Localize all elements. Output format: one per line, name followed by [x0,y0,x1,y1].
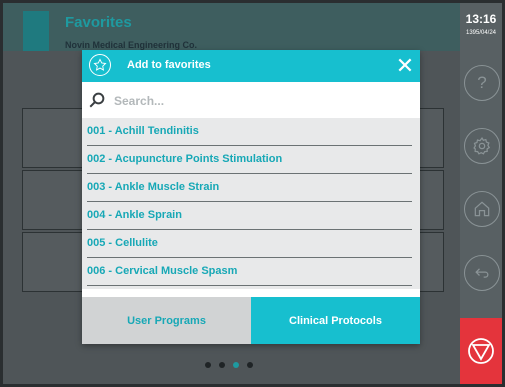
clock-date: 1395/04/24 [465,30,497,36]
emergency-stop-button[interactable] [460,318,502,384]
list-item-label: 005 - Cellulite [87,237,158,249]
help-button[interactable]: ? [464,65,500,101]
home-icon [474,201,490,217]
star-icon [89,54,111,76]
header-accent-bar [23,11,49,51]
list-item[interactable]: 002 - Acupuncture Points Stimulation [82,146,420,174]
search-icon [89,92,105,108]
company-name: Novin Medical Engineering Co. [65,40,198,50]
page-indicator [205,362,253,368]
list-item-label: 002 - Acupuncture Points Stimulation [87,153,283,165]
close-icon: ✕ [395,53,415,78]
app-header: Favorites Novin Medical Engineering Co. [3,3,460,51]
list-item[interactable]: 001 - Achill Tendinitis [82,118,420,146]
list-item[interactable]: 006 - Cervical Muscle Spasm [82,258,420,286]
dialog-title: Add to favorites [127,59,211,71]
list-item-label: 003 - Ankle Muscle Strain [87,181,220,193]
clock-time: 13:16 [465,12,497,26]
add-to-favorites-dialog: Add to favorites ✕ 001 - Achill Tendinit… [82,50,420,344]
close-button[interactable]: ✕ [390,50,420,82]
dialog-header: Add to favorites ✕ [82,50,420,82]
gear-icon [473,136,491,155]
page-dot[interactable] [247,362,253,368]
search-input[interactable] [112,91,396,111]
help-icon: ? [477,73,487,92]
home-button[interactable] [464,191,500,227]
page-dot[interactable] [205,362,211,368]
list-item[interactable]: 003 - Ankle Muscle Strain [82,174,420,202]
page-title: Favorites [65,14,132,31]
back-button[interactable] [464,255,500,291]
list-item-label: 006 - Cervical Muscle Spasm [87,265,238,277]
stop-icon [468,338,494,364]
protocol-list: 001 - Achill Tendinitis 002 - Acupunctur… [82,118,420,289]
dialog-tabs: User Programs Clinical Protocols [82,297,420,344]
divider [87,285,412,286]
search-bar [82,82,420,118]
tab-clinical-protocols[interactable]: Clinical Protocols [251,297,420,344]
list-item-label: 004 - Ankle Sprain [87,209,182,221]
back-icon [475,268,489,278]
settings-button[interactable] [464,128,500,164]
page-dot-active[interactable] [233,362,239,368]
tab-user-programs[interactable]: User Programs [82,297,251,344]
page-dot[interactable] [219,362,225,368]
list-item[interactable]: 005 - Cellulite [82,230,420,258]
list-item[interactable]: 004 - Ankle Sprain [82,202,420,230]
list-item-label: 001 - Achill Tendinitis [87,125,199,137]
